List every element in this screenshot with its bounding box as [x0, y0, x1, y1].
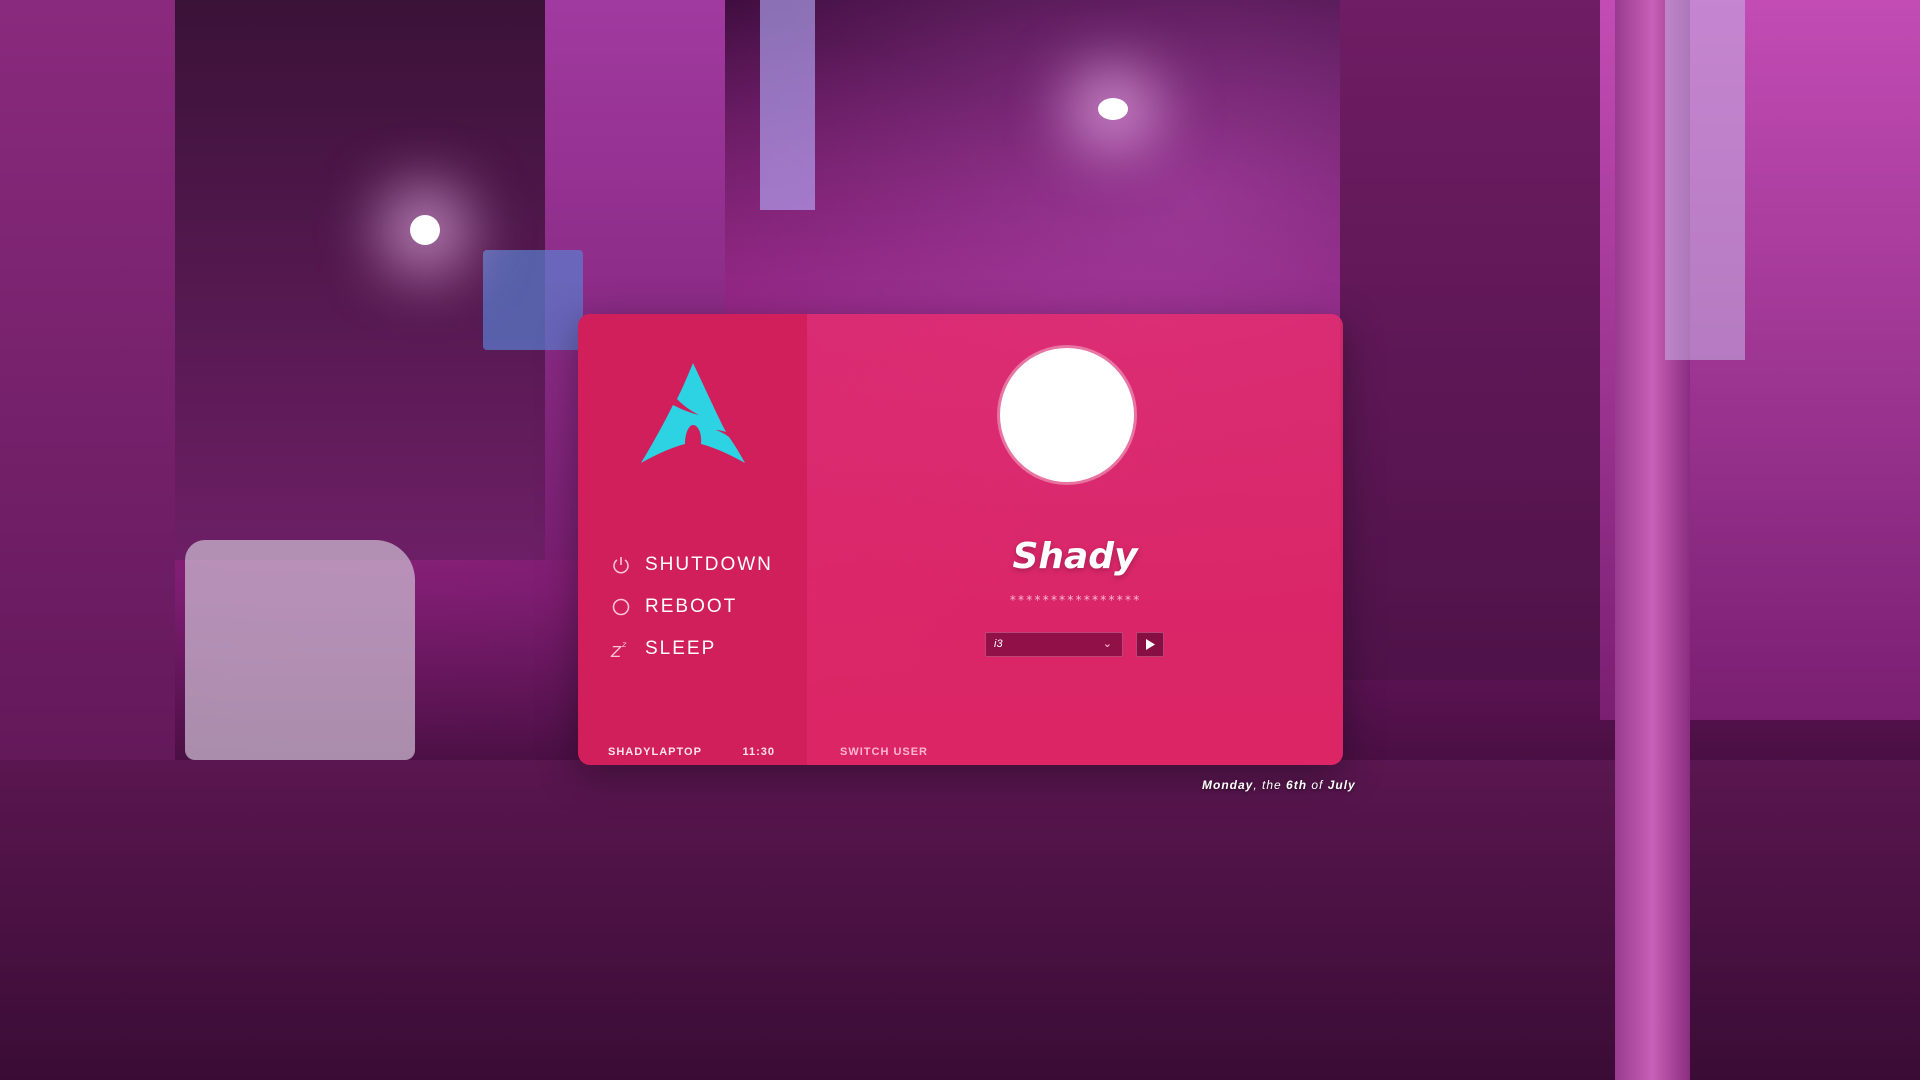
date-display: Monday, the 6th of July — [1202, 778, 1356, 792]
background-parking-sign — [483, 250, 583, 350]
background-building-left — [0, 0, 175, 880]
arch-linux-logo-icon — [641, 363, 745, 463]
date-month: July — [1327, 778, 1356, 792]
sidebar: SHUTDOWN REBOOT Zz SLEEP SHADYLAPTOP 11:… — [578, 314, 807, 765]
shutdown-label: SHUTDOWN — [645, 554, 773, 575]
sleep-icon: Zz — [610, 638, 632, 660]
sleep-button[interactable]: Zz SLEEP — [610, 628, 773, 670]
login-submit-button[interactable] — [1136, 632, 1164, 657]
login-card: SHUTDOWN REBOOT Zz SLEEP SHADYLAPTOP 11:… — [578, 314, 1343, 765]
shutdown-button[interactable]: SHUTDOWN — [610, 544, 773, 586]
date-sep-2: of — [1307, 778, 1328, 792]
switch-user-button[interactable]: SWITCH USER — [840, 746, 928, 758]
background-street-lamp — [1098, 98, 1128, 120]
password-field[interactable] — [991, 591, 1159, 609]
reboot-button[interactable]: REBOOT — [610, 586, 773, 628]
background-van — [185, 540, 415, 760]
background-building-right — [1340, 0, 1600, 680]
svg-text:z: z — [621, 640, 628, 649]
background-vertical-sign — [1665, 0, 1745, 360]
sleep-label: SLEEP — [645, 638, 717, 659]
username: Shady — [1012, 536, 1138, 577]
power-menu: SHUTDOWN REBOOT Zz SLEEP — [610, 544, 773, 670]
hostname: SHADYLAPTOP — [608, 746, 702, 758]
reboot-label: REBOOT — [645, 596, 738, 617]
session-select[interactable]: i3 ⌄ — [985, 632, 1123, 657]
power-icon — [610, 554, 632, 576]
play-icon — [1146, 639, 1155, 650]
background-street-lamp — [410, 215, 440, 245]
reboot-icon — [610, 596, 632, 618]
date-day: 6th — [1286, 778, 1308, 792]
clock: 11:30 — [742, 746, 775, 758]
login-panel: Shady i3 ⌄ SWITCH USER — [807, 314, 1343, 765]
background-neon-sign — [760, 0, 815, 210]
session-selected: i3 — [994, 638, 1003, 650]
date-weekday: Monday — [1202, 778, 1254, 792]
date-sep-1: , the — [1253, 778, 1287, 792]
user-avatar — [1000, 348, 1134, 482]
chevron-down-icon: ⌄ — [1102, 638, 1112, 650]
sidebar-footer: SHADYLAPTOP 11:30 — [608, 746, 775, 758]
